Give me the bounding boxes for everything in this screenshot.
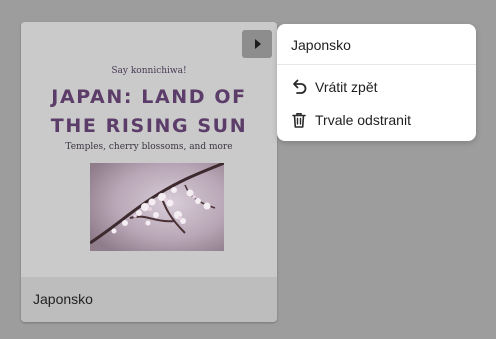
undo-icon (289, 77, 309, 97)
cover-title: JAPAN: LAND OF THE RISING SUN (21, 83, 277, 141)
caret-right-icon (255, 39, 261, 49)
card-footer: Japonsko (21, 277, 277, 322)
cover-kicker: Say konnichiwa! (111, 66, 187, 76)
cover-title-line-1: JAPAN: LAND OF (51, 86, 247, 108)
cover-subtitle: Temples, cherry blossoms, and more (65, 142, 233, 152)
design-thumbnail[interactable]: Say konnichiwa! JAPAN: LAND OF THE RISIN… (21, 22, 277, 277)
trash-icon (289, 110, 309, 130)
delete-permanently-menu-item[interactable]: Trvale odstranit (277, 105, 476, 135)
design-card[interactable]: Say konnichiwa! JAPAN: LAND OF THE RISIN… (21, 22, 277, 322)
cover-title-line-2: THE RISING SUN (50, 115, 248, 137)
design-name[interactable]: Japonsko (33, 291, 93, 307)
context-menu-divider (277, 64, 476, 65)
delete-permanently-menu-item-label: Trvale odstranit (315, 112, 411, 128)
context-menu-title: Japonsko (291, 37, 351, 53)
cherry-blossom-photo (90, 163, 224, 251)
restore-menu-item[interactable]: Vrátit zpět (277, 72, 476, 102)
card-menu-button[interactable] (242, 30, 272, 58)
restore-menu-item-label: Vrátit zpět (315, 79, 378, 95)
context-menu: Japonsko Vrátit zpět Trvale odstranit (277, 24, 476, 141)
